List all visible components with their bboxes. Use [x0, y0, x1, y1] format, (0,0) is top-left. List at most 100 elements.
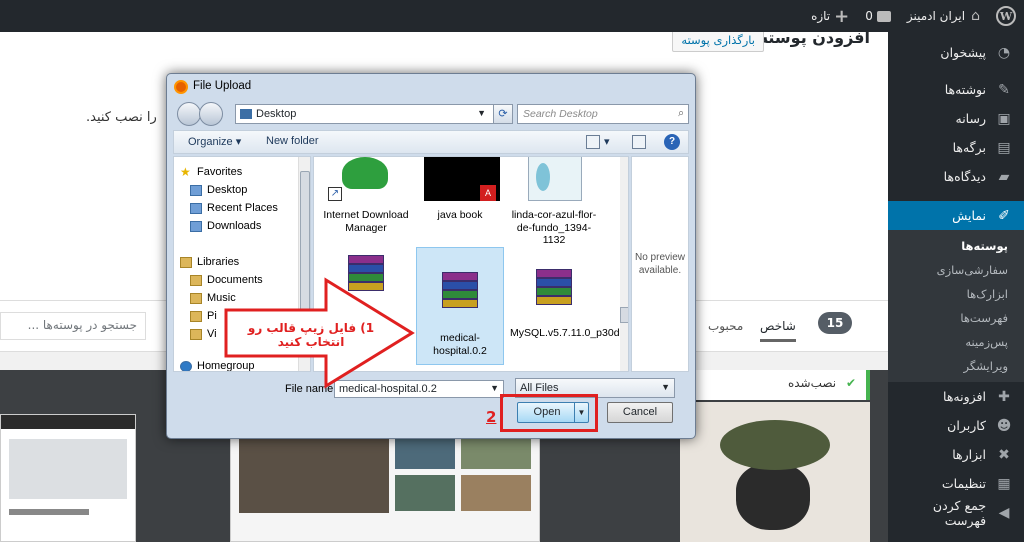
- menu-item-appearance[interactable]: ✐ نمایش: [888, 201, 1024, 230]
- nav-item-libraries[interactable]: Libraries: [180, 253, 239, 271]
- brush-icon: ✐: [998, 207, 1010, 224]
- file-item-medical-hospital[interactable]: medical-hospital.0.2: [416, 247, 504, 365]
- organize-button[interactable]: Organize ▾: [188, 135, 241, 148]
- file-item-mysql[interactable]: MySQL.v5.7.11.0_p30download.com: [510, 249, 628, 367]
- file-item-idm[interactable]: ↗ Internet Download Manager: [322, 157, 410, 234]
- menu-item-label: رسانه: [955, 111, 987, 126]
- file-label: medical-hospital.0.2: [433, 332, 487, 357]
- rar-icon: [536, 269, 572, 305]
- site-name-link[interactable]: ⌂ ایران ادمینز: [899, 0, 988, 32]
- image-file-icon: [512, 157, 596, 205]
- preview-pane-icon[interactable]: [632, 135, 646, 149]
- submenu-widgets[interactable]: ابزارک‌ها: [888, 282, 1024, 306]
- theme-thumbnail[interactable]: [0, 414, 136, 542]
- new-content-link[interactable]: + تازه: [803, 0, 857, 32]
- appearance-submenu: پوسته‌ها سفارشی‌سازی ابزارک‌ها فهرست‌ها …: [888, 230, 1024, 382]
- recent-places-icon: [190, 202, 202, 214]
- file-list-scrollbar[interactable]: [620, 157, 628, 371]
- file-label: linda-cor-azul-flor-de-fundo_1394-1132: [511, 209, 597, 246]
- menu-item-settings[interactable]: ▦ تنظیمات: [888, 469, 1024, 498]
- menu-item-label: نوشته‌ها: [944, 82, 986, 97]
- theme-thumbnail[interactable]: [230, 432, 540, 542]
- theme-thumbnail[interactable]: [680, 402, 870, 542]
- view-options-icon[interactable]: [586, 135, 600, 149]
- idm-shortcut-icon: ↗: [324, 157, 408, 205]
- menu-item-dashboard[interactable]: ◔ پیشخوان: [888, 38, 1024, 67]
- dialog-toolbar: Organize ▾ New folder ▾ ?: [173, 130, 689, 154]
- comments-count: 0: [865, 9, 873, 23]
- tab-featured[interactable]: شاخص: [760, 319, 796, 342]
- media-icon: ▣: [997, 110, 1011, 127]
- comment-icon: ▰: [998, 168, 1010, 185]
- menu-item-comments[interactable]: ▰ دیدگاه‌ها: [888, 162, 1024, 191]
- menu-item-label: نمایش: [952, 208, 986, 223]
- menu-item-label: جمع کردن فهرست: [932, 497, 987, 528]
- submenu-themes[interactable]: پوسته‌ها: [888, 234, 1024, 258]
- preview-pane: No preview available.: [631, 156, 689, 372]
- menu-item-posts[interactable]: ✎ نوشته‌ها: [888, 75, 1024, 104]
- music-icon: [190, 292, 202, 304]
- nav-item-recent-places[interactable]: Recent Places: [190, 199, 278, 217]
- nav-item-videos[interactable]: Vi: [190, 325, 217, 343]
- dialog-search-input[interactable]: Search Desktop ⌕: [517, 104, 689, 124]
- menu-item-pages[interactable]: ▤ برگه‌ها: [888, 133, 1024, 162]
- settings-icon: ▦: [997, 475, 1011, 492]
- theme-count-badge: 15: [818, 312, 852, 334]
- plus-icon: +: [834, 5, 850, 27]
- firefox-icon: [174, 80, 188, 94]
- nav-label: Pi: [207, 310, 217, 322]
- file-item-java-book[interactable]: A java book: [416, 157, 504, 222]
- upload-theme-button[interactable]: بارگذاری پوسته: [672, 32, 764, 52]
- home-icon: ⌂: [971, 8, 980, 24]
- file-item-linda[interactable]: linda-cor-azul-flor-de-fundo_1394-1132: [510, 157, 598, 247]
- new-folder-button[interactable]: New folder: [266, 135, 319, 147]
- collapse-icon: ◀: [998, 504, 1010, 521]
- dialog-search-placeholder: Search Desktop: [523, 108, 598, 120]
- view-dropdown-icon[interactable]: ▾: [604, 135, 610, 148]
- checkmark-icon: ✔: [845, 376, 856, 390]
- pictures-icon: [190, 310, 202, 322]
- address-dropdown-icon[interactable]: ▼: [477, 108, 486, 118]
- nav-item-pictures[interactable]: Pi: [190, 307, 217, 325]
- nav-label: Downloads: [207, 220, 262, 232]
- menu-item-plugins[interactable]: ✚ افزونه‌ها: [888, 382, 1024, 411]
- help-icon[interactable]: ?: [664, 134, 680, 150]
- tab-popular[interactable]: محبوب: [708, 319, 743, 333]
- submenu-menus[interactable]: فهرست‌ها: [888, 306, 1024, 330]
- menu-item-collapse[interactable]: ◀ جمع کردن فهرست: [888, 497, 1024, 528]
- dialog-title: File Upload: [193, 80, 252, 92]
- file-label: java book: [437, 209, 483, 221]
- star-icon: ★: [180, 164, 191, 179]
- menu-item-label: ابزارها: [952, 447, 986, 462]
- tools-icon: ✖: [998, 446, 1010, 463]
- forward-button[interactable]: [199, 102, 223, 126]
- file-name-dropdown-icon[interactable]: ▼: [490, 383, 499, 393]
- cancel-button[interactable]: Cancel: [607, 402, 673, 423]
- menu-item-label: تنظیمات: [941, 476, 986, 491]
- submenu-editor[interactable]: ویرایشگر: [888, 354, 1024, 378]
- comments-link[interactable]: 0: [857, 0, 899, 32]
- pdf-icon: A: [418, 157, 502, 205]
- annotation-step1-text: 1) فایل زیپ قالب رو انتخاب کنید: [247, 321, 375, 349]
- address-bar[interactable]: Desktop ▼: [235, 104, 513, 124]
- file-type-value: All Files: [520, 382, 559, 394]
- install-instruction-text: را نصب کنید.: [86, 110, 157, 125]
- nav-label: Vi: [207, 328, 217, 340]
- menu-item-media[interactable]: ▣ رسانه: [888, 104, 1024, 133]
- address-text: Desktop: [256, 108, 297, 120]
- nav-label: Desktop: [207, 184, 248, 196]
- submenu-background[interactable]: پس‌زمینه: [888, 330, 1024, 354]
- menu-item-users[interactable]: ☻ کاربران: [888, 411, 1024, 440]
- back-button[interactable]: [177, 102, 201, 126]
- menu-item-tools[interactable]: ✖ ابزارها: [888, 440, 1024, 469]
- theme-search-input[interactable]: جستجو در پوسته‌ها ...: [0, 312, 146, 340]
- folder-icon: [240, 109, 252, 119]
- annotation-highlight-box: [500, 394, 598, 432]
- nav-item-favorites[interactable]: ★ Favorites: [180, 163, 242, 181]
- nav-item-desktop[interactable]: Desktop: [190, 181, 247, 199]
- submenu-customize[interactable]: سفارشی‌سازی: [888, 258, 1024, 282]
- nav-item-downloads[interactable]: Downloads: [190, 217, 261, 235]
- wp-logo-button[interactable]: W: [988, 0, 1024, 32]
- installed-label: نصب‌شده: [787, 376, 837, 390]
- refresh-button[interactable]: ⟳: [493, 104, 513, 124]
